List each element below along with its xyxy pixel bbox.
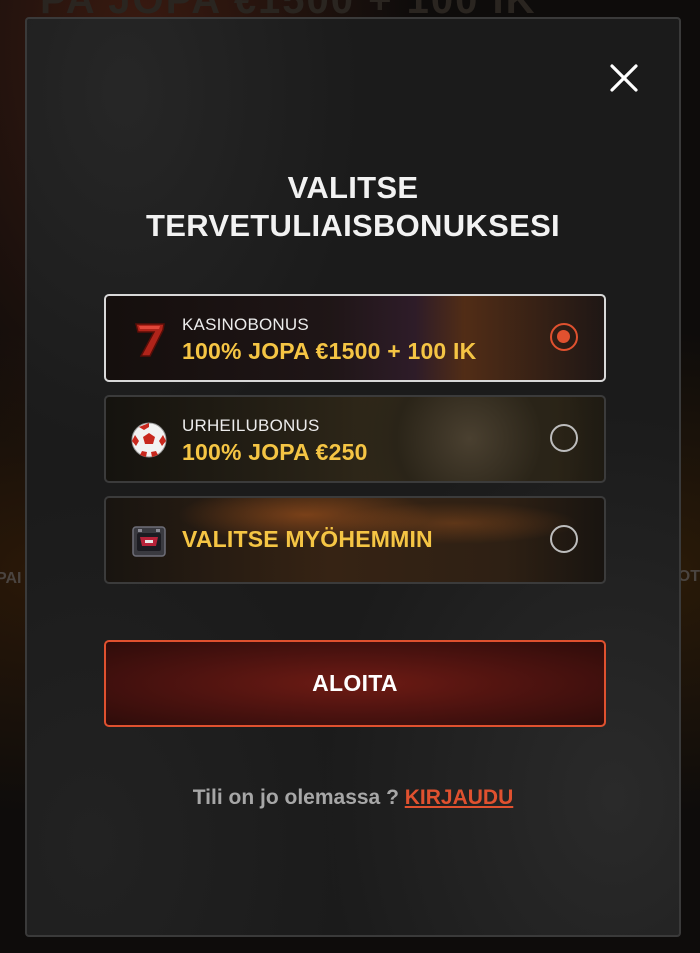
option-later-value: VALITSE MYÖHEMMIN (182, 526, 433, 552)
backdrop-right-text: OT (677, 568, 700, 585)
modal-title-line1: VALITSE (287, 170, 419, 205)
option-casino-value: 100% JOPA €1500 + 100 IK (182, 338, 477, 364)
close-icon (610, 64, 638, 92)
option-sport-radio[interactable] (550, 424, 578, 452)
modal-title-line2: TERVETULIAISBONUKSESI (146, 208, 560, 243)
login-prompt-text: Tili on jo olemassa ? (192, 786, 399, 809)
gift-box-icon (130, 522, 168, 560)
option-sport-label: URHEILUBONUS (182, 416, 320, 435)
welcome-bonus-modal: VALITSE TERVETULIAISBONUKSESI KASINOBONU… (25, 17, 681, 937)
modal-title: VALITSE TERVETULIAISBONUKSESI (27, 169, 679, 245)
option-casino-label: KASINOBONUS (182, 315, 309, 334)
login-link[interactable]: KIRJAUDU (405, 786, 514, 809)
close-button[interactable] (607, 61, 641, 95)
login-prompt: Tili on jo olemassa ? KIRJAUDU (27, 786, 679, 810)
option-sport-bonus[interactable]: URHEILUBONUS 100% JOPA €250 (104, 395, 606, 483)
option-choose-later[interactable]: VALITSE MYÖHEMMIN (104, 496, 606, 584)
start-button[interactable]: ALOITA (104, 640, 606, 727)
option-sport-value: 100% JOPA €250 (182, 439, 368, 465)
seven-icon (130, 320, 168, 358)
option-later-radio[interactable] (550, 525, 578, 553)
option-casino-bonus[interactable]: KASINOBONUS 100% JOPA €1500 + 100 IK (104, 294, 606, 382)
option-casino-radio[interactable] (550, 323, 578, 351)
soccer-ball-icon (130, 421, 168, 459)
